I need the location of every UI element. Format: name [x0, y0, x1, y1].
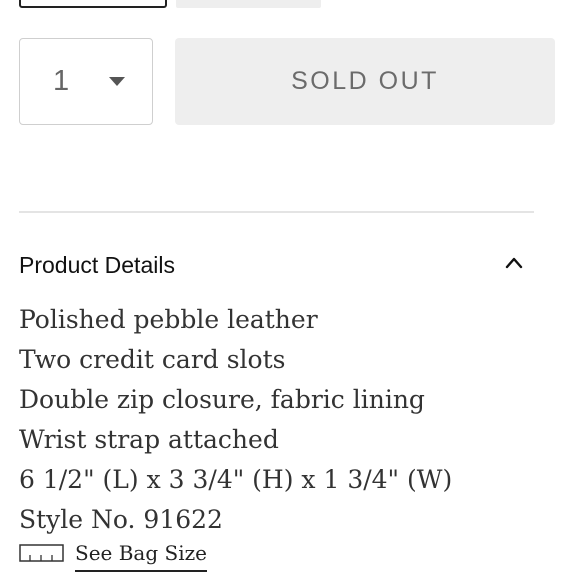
quantity-value: 1: [53, 65, 70, 97]
variant-option-unavailable[interactable]: [176, 0, 321, 8]
detail-item: Style No. 91622: [19, 505, 223, 534]
product-details-toggle[interactable]: Product Details: [19, 246, 534, 286]
quantity-select[interactable]: 1: [19, 38, 153, 125]
detail-item: Wrist strap attached: [19, 425, 279, 454]
sold-out-button[interactable]: SOLD OUT: [175, 38, 555, 125]
detail-item: 6 1/2" (L) x 3 3/4" (H) x 1 3/4" (W): [19, 465, 453, 494]
variant-option-selected[interactable]: [19, 0, 167, 8]
product-details-list: Polished pebble leather Two credit card …: [19, 300, 452, 540]
product-details-title: Product Details: [19, 252, 175, 278]
chevron-up-icon: [505, 257, 523, 269]
caret-down-icon: [109, 77, 125, 86]
detail-item: Two credit card slots: [19, 345, 286, 374]
detail-item: Double zip closure, fabric lining: [19, 385, 425, 414]
see-bag-size-label[interactable]: See Bag Size: [75, 540, 207, 572]
section-divider: [19, 211, 534, 213]
detail-item: Polished pebble leather: [19, 305, 318, 334]
ruler-icon: [19, 544, 64, 562]
see-bag-size-link[interactable]: See Bag Size: [19, 540, 207, 574]
